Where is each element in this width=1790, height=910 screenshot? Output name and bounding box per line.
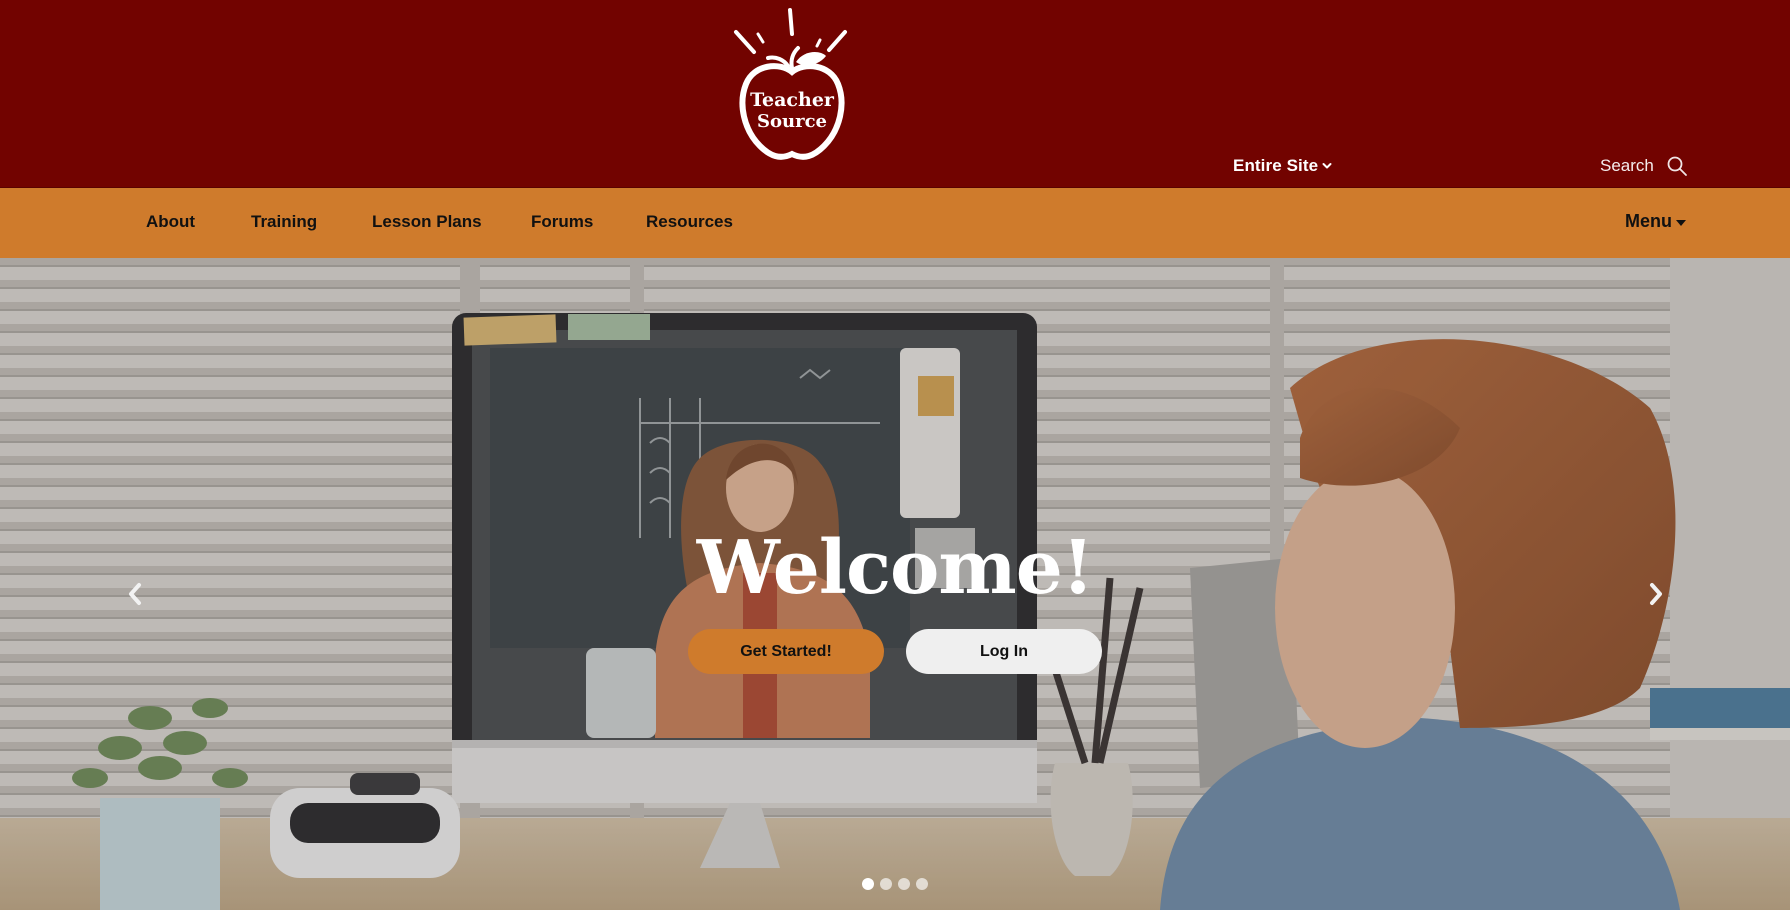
logo-line-1: Teacher [750,89,835,111]
magnifier-icon[interactable] [1666,155,1688,177]
site-header: Teacher Source Entire Site Search [0,0,1790,188]
menu-toggle[interactable]: Menu [1625,211,1686,232]
carousel-dot-1[interactable] [862,878,874,890]
site-logo[interactable]: Teacher Source [728,6,858,166]
main-nav: About Training Lesson Plans Forums Resou… [0,188,1790,258]
caret-down-icon [1676,219,1686,226]
carousel-indicators [862,878,928,890]
welcome-heading: Welcome! [696,525,1095,611]
hero-carousel: Welcome! Get Started! Log In [0,258,1790,910]
apple-icon: Teacher Source [734,8,847,160]
search-scope-dropdown[interactable]: Entire Site [1233,154,1332,178]
log-in-button[interactable]: Log In [906,629,1102,674]
page: Teacher Source Entire Site Search About … [0,0,1790,910]
nav-item-about[interactable]: About [146,211,195,233]
carousel-dot-4[interactable] [916,878,928,890]
nav-item-lesson-plans[interactable]: Lesson Plans [372,211,482,233]
nav-item-resources[interactable]: Resources [646,211,733,233]
logo-line-2: Source [757,111,827,132]
menu-label: Menu [1625,211,1672,231]
search-placeholder: Search [1600,156,1654,175]
chevron-down-icon [1322,163,1332,169]
carousel-dot-3[interactable] [898,878,910,890]
search-input[interactable]: Search [1600,152,1710,180]
nav-item-training[interactable]: Training [251,211,317,233]
carousel-dot-2[interactable] [880,878,892,890]
search-scope-label: Entire Site [1233,156,1319,175]
nav-item-forums[interactable]: Forums [531,211,593,233]
get-started-button[interactable]: Get Started! [688,629,884,674]
